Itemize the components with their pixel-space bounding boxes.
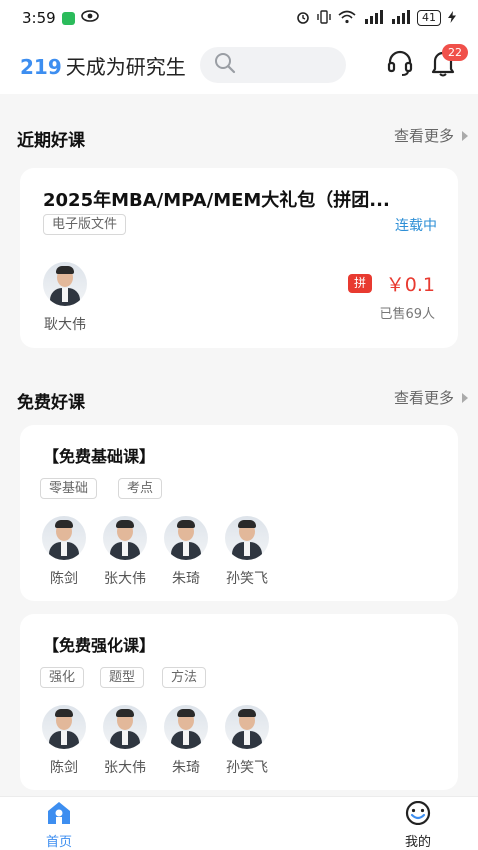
- arrow-right-icon: [462, 392, 468, 403]
- teacher[interactable]: 孙笑飞: [217, 705, 277, 777]
- recent-more-link[interactable]: 查看更多: [394, 125, 468, 146]
- app-header: 219 天成为研究生 22: [0, 36, 478, 94]
- teacher-name: 张大伟: [104, 571, 146, 587]
- avatar: [103, 516, 147, 560]
- avatar: [103, 705, 147, 749]
- notification-button[interactable]: 22: [428, 44, 468, 80]
- free-course-card[interactable]: 【免费基础课】 零基础 考点 陈剑 张大伟 朱琦 孙笑飞: [20, 425, 458, 601]
- course-tag: 题型: [100, 667, 145, 688]
- alarm-icon: [296, 10, 310, 27]
- teacher[interactable]: 耿大伟: [35, 262, 95, 334]
- teacher-name: 陈剑: [50, 760, 78, 776]
- brand-title: 219 天成为研究生: [20, 51, 186, 80]
- course-tag: 方法: [162, 667, 207, 688]
- course-tag: 强化: [40, 667, 85, 688]
- charging-icon: [448, 10, 456, 26]
- avatar: [225, 516, 269, 560]
- eye-icon: [80, 10, 99, 26]
- notification-badge: 22: [442, 44, 468, 61]
- sold-count: 已售69人: [379, 307, 435, 322]
- bottom-tab-bar: 首页 我的: [0, 796, 478, 850]
- status-bar: 3:59 41: [0, 0, 478, 36]
- teacher[interactable]: 朱琦: [156, 705, 216, 777]
- brand-text: 天成为研究生: [65, 54, 186, 79]
- headset-icon: [386, 49, 414, 81]
- more-label: 查看更多: [393, 389, 454, 407]
- teacher-name: 孙笑飞: [226, 760, 268, 776]
- teacher[interactable]: 朱琦: [156, 516, 216, 588]
- teacher-name: 孙笑飞: [226, 571, 268, 587]
- signal-icon: [363, 9, 383, 27]
- tab-mine[interactable]: 我的: [388, 800, 448, 850]
- avatar: [225, 705, 269, 749]
- recent-course-card[interactable]: 2025年MBA/MPA/MEM大礼包（拼团... 电子版文件 连载中 耿大伟 …: [20, 168, 458, 348]
- course-price: ￥0.1: [385, 274, 435, 296]
- tab-mine-label: 我的: [404, 835, 431, 850]
- course-title: 【免费强化课】: [43, 636, 156, 655]
- tab-home-label: 首页: [45, 835, 72, 850]
- avatar: [164, 516, 208, 560]
- avatar: [42, 705, 86, 749]
- teacher[interactable]: 张大伟: [95, 705, 155, 777]
- course-title: 2025年MBA/MPA/MEM大礼包（拼团...: [43, 190, 390, 211]
- status-time: 3:59: [22, 9, 56, 27]
- wifi-icon: [338, 10, 356, 27]
- avatar: [164, 705, 208, 749]
- teacher[interactable]: 陈剑: [34, 516, 94, 588]
- teacher[interactable]: 陈剑: [34, 705, 94, 777]
- teacher-name: 朱琦: [172, 760, 200, 776]
- vibrate-icon: [317, 9, 331, 27]
- teacher-name: 朱琦: [172, 571, 200, 587]
- free-course-card[interactable]: 【免费强化课】 强化 题型 方法 陈剑 张大伟 朱琦 孙笑飞: [20, 614, 458, 790]
- home-icon: [46, 802, 72, 829]
- brand-number: 219: [20, 54, 62, 79]
- teacher-name: 陈剑: [50, 571, 78, 587]
- course-tag: 考点: [118, 478, 163, 499]
- free-more-link[interactable]: 查看更多: [394, 387, 468, 408]
- section-title-recent: 近期好课: [17, 131, 85, 151]
- arrow-right-icon: [462, 130, 468, 141]
- teacher-name: 耿大伟: [44, 317, 86, 333]
- serial-status: 连载中: [395, 218, 437, 234]
- search-input[interactable]: [199, 47, 346, 83]
- teacher-name: 张大伟: [104, 760, 146, 776]
- more-label: 查看更多: [393, 127, 454, 145]
- smile-face-icon: [404, 800, 432, 829]
- course-title: 【免费基础课】: [43, 447, 156, 466]
- tab-home[interactable]: 首页: [29, 801, 89, 850]
- signal-icon-2: [390, 9, 410, 27]
- avatar: [42, 516, 86, 560]
- customer-service-button[interactable]: [385, 50, 415, 80]
- course-tag: 零基础: [40, 478, 98, 499]
- teacher[interactable]: 张大伟: [95, 516, 155, 588]
- battery-indicator: 41: [417, 10, 441, 26]
- avatar: [43, 262, 87, 306]
- group-buy-badge: 拼: [347, 274, 372, 293]
- course-tag: 电子版文件: [43, 214, 127, 235]
- section-title-free: 免费好课: [17, 393, 85, 413]
- search-icon: [214, 52, 236, 78]
- teacher[interactable]: 孙笑飞: [217, 516, 277, 588]
- wechat-icon: [61, 11, 75, 25]
